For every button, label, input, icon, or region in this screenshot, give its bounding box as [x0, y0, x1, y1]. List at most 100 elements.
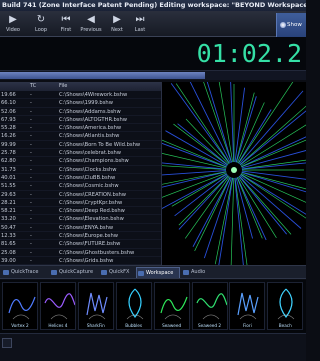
first-label: First: [60, 27, 72, 33]
table-row[interactable]: 28.21 - C:\Shows\CryptKpr.bshw: [0, 199, 161, 208]
cell-length: 50.47: [1, 224, 16, 231]
laser-beam: [241, 171, 306, 193]
toolbar: ▶ Video ↻ Loop ⏮ First ◀ Previous ▶ Next…: [0, 11, 306, 37]
cell-tc: -: [30, 100, 32, 107]
audio-icon: [183, 270, 189, 275]
cell-length: 67.93: [1, 116, 16, 123]
cell-file: C:\Shows\America.bshw: [59, 125, 122, 132]
cue-shape: [86, 292, 108, 316]
table-row[interactable]: 50.47 - C:\Shows\ENYA.bshw: [0, 224, 161, 233]
cell-length: 16.26: [1, 133, 16, 140]
cue-thumbnail: [8, 296, 36, 320]
cell-file: C:\Shows\Addams.bshw: [59, 108, 121, 115]
next-button[interactable]: ▶ Next: [106, 13, 128, 35]
table-row[interactable]: 31.73 - C:\Shows\Clocks.bshw: [0, 166, 161, 174]
table-row[interactable]: 25.78 - C:\Shows\celebrat.bshw: [0, 149, 161, 158]
cue-shape-highlight: [240, 314, 257, 320]
first-icon: ⏮: [61, 14, 71, 25]
first-button[interactable]: ⏮ First: [55, 13, 77, 35]
laser-beam: [238, 82, 294, 164]
cue-thumbnail: [195, 293, 227, 320]
laser-beam: [178, 175, 229, 226]
table-row[interactable]: 62.80 - C:\Shows\Champions.bshw: [0, 157, 161, 166]
window-title: Build 741 (Zone Interface Patent Pending…: [0, 0, 306, 11]
tab-workspace[interactable]: Workspace: [136, 267, 180, 278]
cell-length: 25.78: [1, 150, 16, 157]
cell-tc: -: [30, 141, 32, 148]
quicktrace-icon: [3, 270, 9, 275]
table-row[interactable]: 19.66 - C:\Shows\4Wirework.bshw: [0, 91, 161, 100]
cell-file: C:\Shows\CREATION.bshw: [59, 191, 127, 198]
cell-length: 39.00: [1, 257, 16, 264]
laser-beam: [230, 82, 235, 163]
timeline-progress-bar[interactable]: [0, 70, 306, 80]
cell-tc: -: [30, 208, 32, 215]
table-row[interactable]: 66.10 - C:\Shows\1999.bshw: [0, 99, 161, 108]
cell-tc: -: [30, 241, 32, 248]
cue-label: Seaweed 2: [197, 323, 222, 328]
cell-tc: -: [30, 233, 32, 240]
cell-length: 29.63: [1, 191, 16, 198]
cell-length: 81.65: [1, 241, 16, 248]
cell-tc: -: [30, 158, 32, 165]
table-row[interactable]: 25.08 - C:\Shows\Ghostbusters.bshw: [0, 249, 161, 257]
table-row[interactable]: 51.55 - C:\Shows\Cosmic.bshw: [0, 182, 161, 191]
table-row[interactable]: 58.21 - C:\Shows\Deep Red.bshw: [0, 207, 161, 216]
laser-beam: [162, 162, 227, 170]
cue-cell[interactable]: Seaweed: [153, 282, 190, 330]
cue-cell[interactable]: Vortex 2: [2, 282, 38, 330]
tab-quickcapture[interactable]: QuickCapture: [50, 267, 98, 278]
tab-label: QuickCapture: [59, 269, 94, 275]
cue-shape: [160, 296, 188, 314]
table-row[interactable]: 12.33 - C:\Shows\Europe.bshw: [0, 232, 161, 241]
loop-button[interactable]: ↻ Loop: [30, 13, 52, 35]
table-row[interactable]: 52.06 - C:\Shows\Addams.bshw: [0, 108, 161, 116]
cell-file: C:\Shows\Grids.bshw: [59, 257, 114, 264]
cue-shape: [8, 296, 36, 314]
cue-cell[interactable]: Beach: [267, 282, 304, 330]
previous-icon: ◀: [87, 14, 95, 25]
tab-bar: QuickTrace QuickCapture QuickFX Workspac…: [0, 265, 306, 279]
table-row[interactable]: 55.28 - C:\Shows\America.bshw: [0, 124, 161, 133]
laser-dot-icon: [280, 22, 286, 28]
cue-cell[interactable]: Fiori: [229, 282, 266, 330]
previous-button[interactable]: ◀ Previous: [80, 13, 102, 35]
tab-label: QuickTrace: [11, 269, 39, 275]
cue-cell[interactable]: Helices 4: [39, 282, 76, 330]
cell-file: C:\Shows\Ghostbusters.bshw: [59, 249, 135, 256]
last-label: Last: [134, 27, 146, 33]
cue-cell[interactable]: SharkFin: [77, 282, 114, 330]
table-row[interactable]: 40.01 - C:\Shows\CluBB.bshw: [0, 174, 161, 183]
cue-label: Beach: [278, 323, 292, 328]
table-row[interactable]: 16.26 - C:\Shows\Atlantis.bshw: [0, 132, 161, 141]
laser-beam: [238, 175, 288, 235]
table-row[interactable]: 29.63 - C:\Shows\CREATION.bshw: [0, 191, 161, 199]
column-tc[interactable]: TC: [30, 82, 36, 91]
last-button[interactable]: ⏭ Last: [129, 13, 151, 35]
cue-cell[interactable]: Bubbles: [115, 282, 152, 330]
page-selector[interactable]: [2, 338, 12, 348]
tab-quickfx[interactable]: QuickFX: [100, 267, 134, 278]
table-row[interactable]: 99.99 - C:\Shows\Born To Be Wild.bshw: [0, 141, 161, 150]
quickfx-icon: [101, 270, 107, 275]
video-button[interactable]: ▶ Video: [2, 13, 24, 35]
cell-length: 12.33: [1, 233, 16, 240]
table-row[interactable]: 39.00 - C:\Shows\Grids.bshw: [0, 257, 161, 265]
tab-quicktrace[interactable]: QuickTrace: [2, 267, 48, 278]
cell-file: C:\Shows\ALTOGTHR.bshw: [59, 116, 128, 123]
table-row[interactable]: 67.93 - C:\Shows\ALTOGTHR.bshw: [0, 116, 161, 125]
cell-file: C:\Shows\4Wirework.bshw: [59, 92, 128, 98]
cue-cell[interactable]: Seaweed 2: [191, 282, 228, 330]
cell-tc: -: [30, 249, 32, 256]
tab-audio[interactable]: Audio: [182, 267, 214, 278]
column-file[interactable]: File: [59, 82, 67, 91]
table-row[interactable]: 33.20 - C:\Shows\Elevation.bshw: [0, 215, 161, 224]
cell-length: 19.66: [1, 92, 16, 98]
tab-label: Workspace: [146, 270, 174, 276]
cell-file: C:\Shows\ENYA.bshw: [59, 224, 114, 231]
cell-file: C:\Shows\1999.bshw: [59, 100, 113, 107]
table-row[interactable]: 81.65 - C:\Shows\FUTURE.bshw: [0, 240, 161, 249]
list-rows: 19.66 - C:\Shows\4Wirework.bshw 66.10 - C:\Sh…: [0, 91, 161, 265]
show-button[interactable]: Show: [276, 13, 306, 37]
cell-tc: -: [30, 191, 32, 198]
